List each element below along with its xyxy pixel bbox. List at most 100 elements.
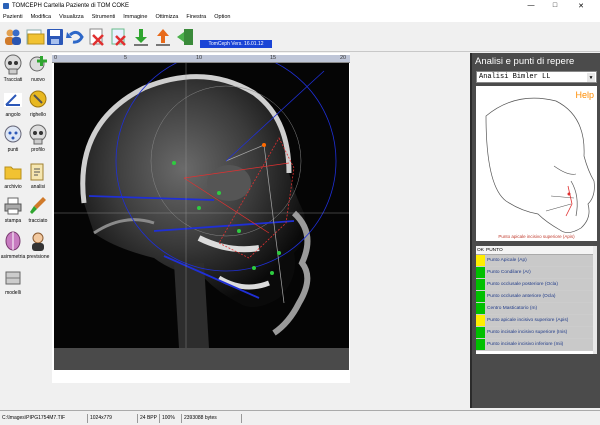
point-name: Punto apicale incisivo superiore (Apis): [485, 315, 597, 326]
table-row[interactable]: Punto incisale incisivo inferiore (Inii): [476, 339, 597, 351]
help-link[interactable]: Help: [575, 90, 594, 100]
status-file-path: C:\Images\PIPG1754M7.TIF: [0, 413, 88, 423]
sidebar-item-righello[interactable]: righello: [26, 89, 50, 123]
menu-ottimizza[interactable]: Ottimizza: [155, 14, 178, 20]
xray-tracing-canvas[interactable]: [54, 63, 349, 348]
menu-pazienti[interactable]: Pazienti: [3, 14, 23, 20]
point-name: Punto Condilare (Ar): [485, 267, 597, 278]
sidebar-item-archivio[interactable]: archivio: [1, 161, 25, 195]
undo-button[interactable]: [64, 25, 86, 49]
sidebar-label-modelli: modelli: [5, 290, 21, 296]
status-indicator: [476, 291, 485, 302]
table-row[interactable]: Punto Apicale (Ap): [476, 255, 597, 267]
sidebar-label-stampa: stampa: [4, 218, 22, 224]
sidebar-label-punti: punti: [7, 147, 19, 153]
menu-visualizza[interactable]: Visualizza: [59, 14, 84, 20]
new-skull-icon: [29, 56, 47, 72]
point-name: Centro Masticatorio (m): [485, 303, 597, 314]
sidebar-label-previsione: previsione: [26, 254, 50, 260]
table-row[interactable]: Punto occlusale posteriore (Ocla): [476, 279, 597, 291]
sidebar-item-modelli[interactable]: modelli: [1, 267, 25, 301]
header-ok: OK: [477, 247, 484, 253]
sidebar-label-angolo: angolo: [5, 112, 21, 118]
sidebar-item-tracciato[interactable]: tracciato: [26, 195, 50, 229]
panel-title: Analisi e punti di repere: [475, 56, 575, 67]
exit-button[interactable]: [174, 25, 196, 49]
ruler-tick-5: 5: [124, 55, 128, 61]
menu-modifica[interactable]: Modifica: [31, 14, 51, 20]
undo-icon: [66, 30, 84, 44]
sidebar-label-nuovo: nuovo: [31, 77, 45, 83]
reference-preview: Help Punto apicale incisivo superiore (A…: [476, 86, 597, 241]
delete-document-button[interactable]: [86, 25, 108, 49]
table-row[interactable]: Punto apicale incisivo superiore (Apis): [476, 315, 597, 327]
status-bar: C:\Images\PIPG1754M7.TIF 1024x779 24 BPP…: [0, 410, 600, 425]
skull-icon: [4, 54, 22, 75]
asymmetry-icon: [5, 231, 21, 251]
table-row[interactable]: Punto incisale incisivo superiore (Inis): [476, 327, 597, 339]
sidebar-item-stampa[interactable]: stampa: [1, 195, 25, 229]
table-row[interactable]: Centro Masticatorio (m): [476, 303, 597, 315]
sidebar-item-previsione[interactable]: previsione: [26, 231, 50, 265]
header-point: PUNTO: [486, 247, 503, 253]
points-table-header: OK PUNTO: [476, 246, 597, 255]
status-zoom: 100%: [160, 413, 182, 423]
analysis-select[interactable]: Analisi Bimler LL ▼: [476, 71, 597, 83]
point-name: Punto incisale incisivo inferiore (Inii): [485, 339, 597, 350]
delete-image-button[interactable]: [108, 25, 130, 49]
ruler-tick-10: 10: [196, 55, 203, 61]
menu-option[interactable]: Option: [214, 14, 230, 20]
status-indicator: [476, 315, 485, 326]
table-row[interactable]: Punto occlusale anteriore (Ocla): [476, 291, 597, 303]
analysis-panel: Analisi e punti di repere Analisi Bimler…: [470, 53, 600, 408]
upload-button[interactable]: [152, 25, 174, 49]
delete-document-icon: [89, 28, 104, 46]
save-button[interactable]: [44, 25, 66, 49]
sidebar-item-angolo[interactable]: angolo: [1, 89, 25, 123]
status-indicator: [476, 267, 485, 278]
analysis-select-value: Analisi Bimler LL: [479, 73, 551, 81]
menu-bar: Pazienti Modifica Visualizza Strumenti I…: [0, 11, 600, 22]
title-bar: TOMCEPH Cartella Paziente di TOM COKE — …: [0, 0, 600, 11]
table-row[interactable]: Punto Condilare (Ar): [476, 267, 597, 279]
chevron-down-icon[interactable]: ▼: [587, 73, 595, 82]
sidebar-label-profilo: profilo: [31, 147, 45, 153]
status-dimensions: 1024x779: [88, 413, 138, 423]
menu-finestra[interactable]: Finestra: [186, 14, 206, 20]
sidebar-item-asimmetria[interactable]: asimmetria: [1, 231, 25, 265]
window-title: TOMCEPH Cartella Paziente di TOM COKE: [12, 2, 130, 9]
printer-icon: [4, 197, 22, 215]
cephalometric-xray[interactable]: [54, 63, 349, 348]
angle-icon: [4, 93, 22, 107]
points-table: OK PUNTO Punto Apicale (Ap) Punto Condil…: [476, 246, 597, 354]
menu-immagine[interactable]: Immagine: [123, 14, 147, 20]
points-table-scrollbar[interactable]: [593, 246, 597, 354]
analysis-icon: [30, 163, 44, 181]
download-button[interactable]: [130, 25, 152, 49]
users-button[interactable]: [2, 25, 24, 49]
sidebar-label-tracciati: Tracciati: [3, 77, 23, 83]
minimize-button[interactable]: —: [522, 0, 540, 11]
point-name: Punto Apicale (Ap): [485, 255, 597, 266]
sidebar-label-asimmetria: asimmetria: [0, 254, 26, 260]
upload-icon: [156, 29, 170, 46]
sidebar-item-analisi[interactable]: analisi: [26, 161, 50, 195]
viewer-bottom-strip: [54, 348, 349, 370]
exit-icon: [177, 29, 193, 45]
points-skull-icon: [4, 125, 22, 143]
status-indicator: [476, 255, 485, 266]
sidebar-item-nuovo[interactable]: nuovo: [26, 54, 50, 88]
open-button[interactable]: [24, 25, 46, 49]
close-button[interactable]: ✕: [572, 0, 590, 11]
maximize-button[interactable]: □: [546, 0, 564, 11]
toolbar: [0, 22, 600, 52]
ruler-tick-20: 20: [340, 55, 347, 61]
prediction-icon: [32, 232, 44, 251]
save-disk-icon: [47, 29, 63, 45]
open-folder-icon: [26, 29, 45, 45]
sidebar-item-punti[interactable]: punti: [1, 124, 25, 158]
ruler-tick-15: 15: [270, 55, 277, 61]
sidebar-item-tracciati[interactable]: Tracciati: [1, 54, 25, 88]
sidebar-item-profilo[interactable]: profilo: [26, 124, 50, 158]
menu-strumenti[interactable]: Strumenti: [92, 14, 116, 20]
